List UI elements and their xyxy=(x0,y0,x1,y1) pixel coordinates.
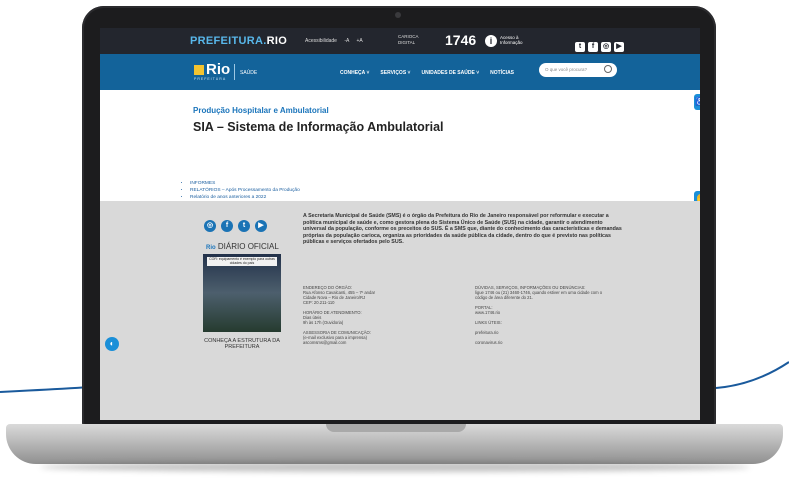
link-anos-anteriores[interactable]: Relatório de anos anteriores a 2022 xyxy=(190,194,300,201)
footer: ◎ f t ▶ Rio DIÁRIO OFICIAL COR: equipamento… xyxy=(100,201,700,420)
link-informes[interactable]: INFORMES xyxy=(190,180,300,187)
laptop-shadow xyxy=(40,462,750,472)
twitter-icon[interactable]: t xyxy=(575,42,585,52)
main-menu: CONHEÇA ˅ SERVIÇOS ˅ UNIDADES DE SAÚDE ˅ NO… xyxy=(340,70,525,76)
about-text: A Secretaria Municipal de Saúde (SMS) é … xyxy=(303,213,622,246)
coronavirus-link[interactable]: coronavirus.rio xyxy=(475,340,625,345)
diario-oficial-title[interactable]: Rio DIÁRIO OFICIAL xyxy=(206,242,279,251)
laptop-base xyxy=(6,424,783,464)
youtube-icon[interactable]: ▶ xyxy=(255,220,267,232)
main-content: Produção Hospitalar e Ambulatorial SIA –… xyxy=(100,90,700,201)
menu-unidades[interactable]: UNIDADES DE SAÚDE ˅ xyxy=(421,70,479,76)
menu-conheca[interactable]: CONHEÇA ˅ xyxy=(340,70,369,76)
accessibility-controls: Acessibilidade -A +A xyxy=(305,38,363,44)
accessibility-float-icon[interactable]: ◐ xyxy=(105,337,119,351)
rio-logo[interactable]: Rio PREFEITURA xyxy=(194,61,230,81)
top-bar: PREFEITURA.RIO Acessibilidade -A +A CARI… xyxy=(100,28,700,54)
logo-subtitle: PREFEITURA xyxy=(194,77,227,81)
logo-house-icon xyxy=(194,65,204,75)
accessibility-icon[interactable]: ♿ xyxy=(694,94,700,110)
central-1746-link[interactable]: 1746 xyxy=(445,32,476,48)
search-icon[interactable] xyxy=(604,65,612,73)
twitter-icon[interactable]: t xyxy=(238,220,250,232)
font-increase-button[interactable]: +A xyxy=(356,38,362,44)
assessoria-email-link[interactable]: ascomsms@gmail.com xyxy=(303,340,428,345)
prefeitura-rio-link[interactable]: PREFEITURA.RIO xyxy=(190,35,287,47)
instagram-icon[interactable]: ◎ xyxy=(601,42,611,52)
main-navbar: Rio PREFEITURA SAÚDE CONHEÇA ˅ SERVIÇOS ˅… xyxy=(100,54,700,90)
section-label: SAÚDE xyxy=(240,70,258,76)
footer-social-icons: ◎ f t ▶ xyxy=(204,214,272,232)
search-placeholder: O que você procura? xyxy=(545,67,588,72)
facebook-icon[interactable]: f xyxy=(588,42,598,52)
info-icon[interactable]: i xyxy=(485,35,497,47)
acesso-informacao-link[interactable]: Acesso à Informação xyxy=(500,35,540,45)
menu-servicos[interactable]: SERVIÇOS ˅ xyxy=(380,70,410,76)
logo-divider xyxy=(234,64,235,80)
diario-headline: COR: equipamento é exemplo para outras c… xyxy=(207,257,277,266)
link-relatorios[interactable]: RELATÓRIOS – Após Processamento da Produ… xyxy=(190,187,300,194)
page-subtitle: Produção Hospitalar e Ambulatorial xyxy=(193,106,329,115)
contact-column-left: ENDEREÇO DO ÓRGÃO: Rua Afonso Cavalcanti… xyxy=(303,285,428,345)
page-title: SIA – Sistema de Informação Ambulatorial xyxy=(193,120,444,134)
instagram-icon[interactable]: ◎ xyxy=(204,220,216,232)
camera xyxy=(395,12,401,18)
top-social-icons: t f ◎ ▶ xyxy=(575,35,627,53)
document-links: INFORMES RELATÓRIOS – Após Processamento… xyxy=(182,180,300,201)
facebook-icon[interactable]: f xyxy=(221,220,233,232)
diario-oficial-image[interactable]: COR: equipamento é exemplo para outras c… xyxy=(203,254,281,332)
contact-column-right: DÚVIDAS, SERVIÇOS, INFORMAÇÕES OU DENÚNC… xyxy=(475,285,625,345)
carioca-digital-link[interactable]: CARIOCA DIGITAL xyxy=(398,34,434,48)
prefeitura-link[interactable]: prefeitura.rio xyxy=(475,330,625,335)
laptop-notch xyxy=(326,424,466,432)
youtube-icon[interactable]: ▶ xyxy=(614,42,624,52)
portal-link[interactable]: www.1746.rio xyxy=(475,310,625,315)
acessibilidade-label: Acessibilidade xyxy=(305,38,337,44)
menu-noticias[interactable]: NOTÍCIAS xyxy=(490,70,514,76)
search-input[interactable]: O que você procura? xyxy=(539,63,617,77)
estrutura-link[interactable]: CONHEÇA A ESTRUTURA DA PREFEITURA xyxy=(195,338,289,350)
laptop-screen: PREFEITURA.RIO Acessibilidade -A +A CARI… xyxy=(100,28,700,420)
font-decrease-button[interactable]: -A xyxy=(344,38,349,44)
